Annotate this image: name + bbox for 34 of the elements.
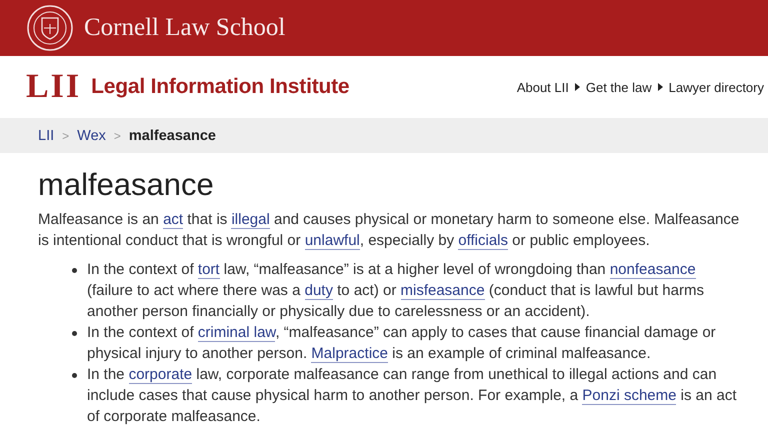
text-link[interactable]: tort <box>198 261 220 279</box>
text-link[interactable]: unlawful <box>304 232 360 250</box>
breadcrumb-separator: > <box>62 128 70 142</box>
text-link[interactable]: officials <box>458 232 508 250</box>
text-link[interactable]: act <box>163 211 184 229</box>
text-link[interactable]: Ponzi scheme <box>582 387 676 405</box>
site-name[interactable]: Legal Information Institute <box>91 75 350 99</box>
text-link[interactable]: illegal <box>231 211 270 229</box>
breadcrumb-current: malfeasance <box>128 128 216 144</box>
intro-paragraph: Malfeasance is an act that is illegal and causes physical or monetary harm to someone else. Malfeasance is intentional conduct that is wrongful or unlawful, especially by officials or public employees. <box>38 210 740 251</box>
text-link[interactable]: nonfeasance <box>610 261 696 279</box>
seal-icon <box>26 4 74 52</box>
bullet-text: In the context of criminal law, “malfeasance” can apply to cases that cause financial damage or physical injury to another person. Malpractice is an example of criminal malfeasance. <box>87 323 717 364</box>
bullet-icon <box>72 331 77 336</box>
site-logo[interactable]: LII <box>26 68 82 106</box>
text-link[interactable]: corporate <box>128 366 192 384</box>
bullet-text: In the corporate law, corporate malfeasance can range from unethical to illegal actions and can include cases that cause physical harm to another person. For example, a Ponzi scheme is an act of corporate malfeasance. <box>87 365 738 427</box>
text-link[interactable]: Malpractice <box>311 345 388 363</box>
breadcrumb-separator: > <box>114 128 121 142</box>
page-title: malfeasance <box>38 167 215 203</box>
nav-link[interactable]: Get the law <box>586 80 652 94</box>
bullet-text: In the context of tort law, “malfeasance” is at a higher level of wrongdoing than nonfeasance (failure to act where there was a duty to act) or misfeasance (conduct that is lawful but harms another person financially or physically due to carelessness or an accident). <box>87 260 705 322</box>
bullet-icon <box>72 373 77 378</box>
nav-link[interactable]: About LII <box>516 80 569 94</box>
text-link[interactable]: misfeasance <box>400 282 485 300</box>
text-link[interactable]: criminal law <box>198 324 276 342</box>
text-link[interactable]: duty <box>304 282 333 300</box>
breadcrumb-link[interactable]: Wex <box>77 128 106 144</box>
caret-icon <box>574 83 580 91</box>
breadcrumb-link[interactable]: LII <box>38 128 54 144</box>
nav-link[interactable]: Lawyer directory <box>668 80 764 94</box>
school-name: Cornell Law School <box>84 14 286 42</box>
caret-icon <box>658 83 663 91</box>
bullet-icon <box>72 268 77 273</box>
